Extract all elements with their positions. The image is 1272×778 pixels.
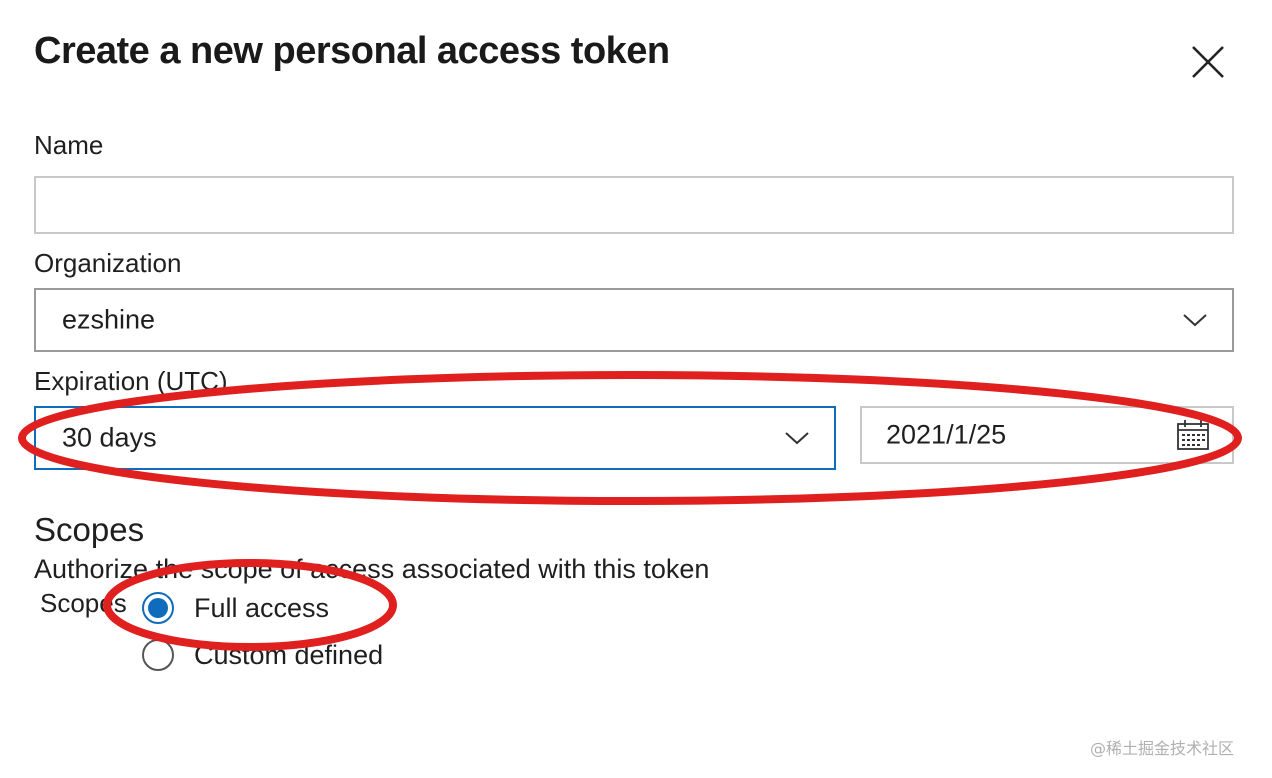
chevron-down-icon (785, 432, 809, 445)
calendar-icon[interactable] (1176, 419, 1210, 451)
chevron-down-icon (1183, 314, 1207, 327)
radio-custom-defined[interactable]: Custom defined (142, 638, 383, 672)
organization-label: Organization (34, 248, 182, 278)
close-icon (1192, 46, 1224, 78)
expiration-duration-value: 30 days (62, 422, 157, 453)
radio-label-custom-defined: Custom defined (194, 639, 384, 670)
scopes-heading: Scopes (34, 511, 145, 548)
expiration-date-input[interactable]: 2021/1/25 (860, 406, 1234, 464)
name-input[interactable] (34, 176, 1234, 234)
name-label: Name (34, 130, 104, 160)
radio-label-full-access: Full access (194, 592, 330, 623)
scopes-label: Scopes (40, 588, 127, 618)
radio-button-checked[interactable] (142, 592, 174, 624)
scopes-description: Authorize the scope of access associated… (34, 554, 710, 584)
organization-select[interactable]: ezshine (34, 288, 1234, 352)
radio-full-access[interactable]: Full access (142, 591, 329, 625)
expiration-date-value: 2021/1/25 (886, 419, 1007, 450)
dialog-title: Create a new personal access token (34, 30, 670, 72)
radio-button-unchecked[interactable] (142, 639, 174, 671)
watermark: @稀土掘金技术社区 (1090, 739, 1235, 758)
token-dialog: Create a new personal access token Name … (0, 0, 1272, 778)
expiration-duration-select[interactable]: 30 days (34, 406, 836, 470)
organization-value: ezshine (62, 304, 156, 335)
close-button[interactable] (1186, 40, 1230, 84)
expiration-label: Expiration (UTC) (34, 366, 228, 396)
